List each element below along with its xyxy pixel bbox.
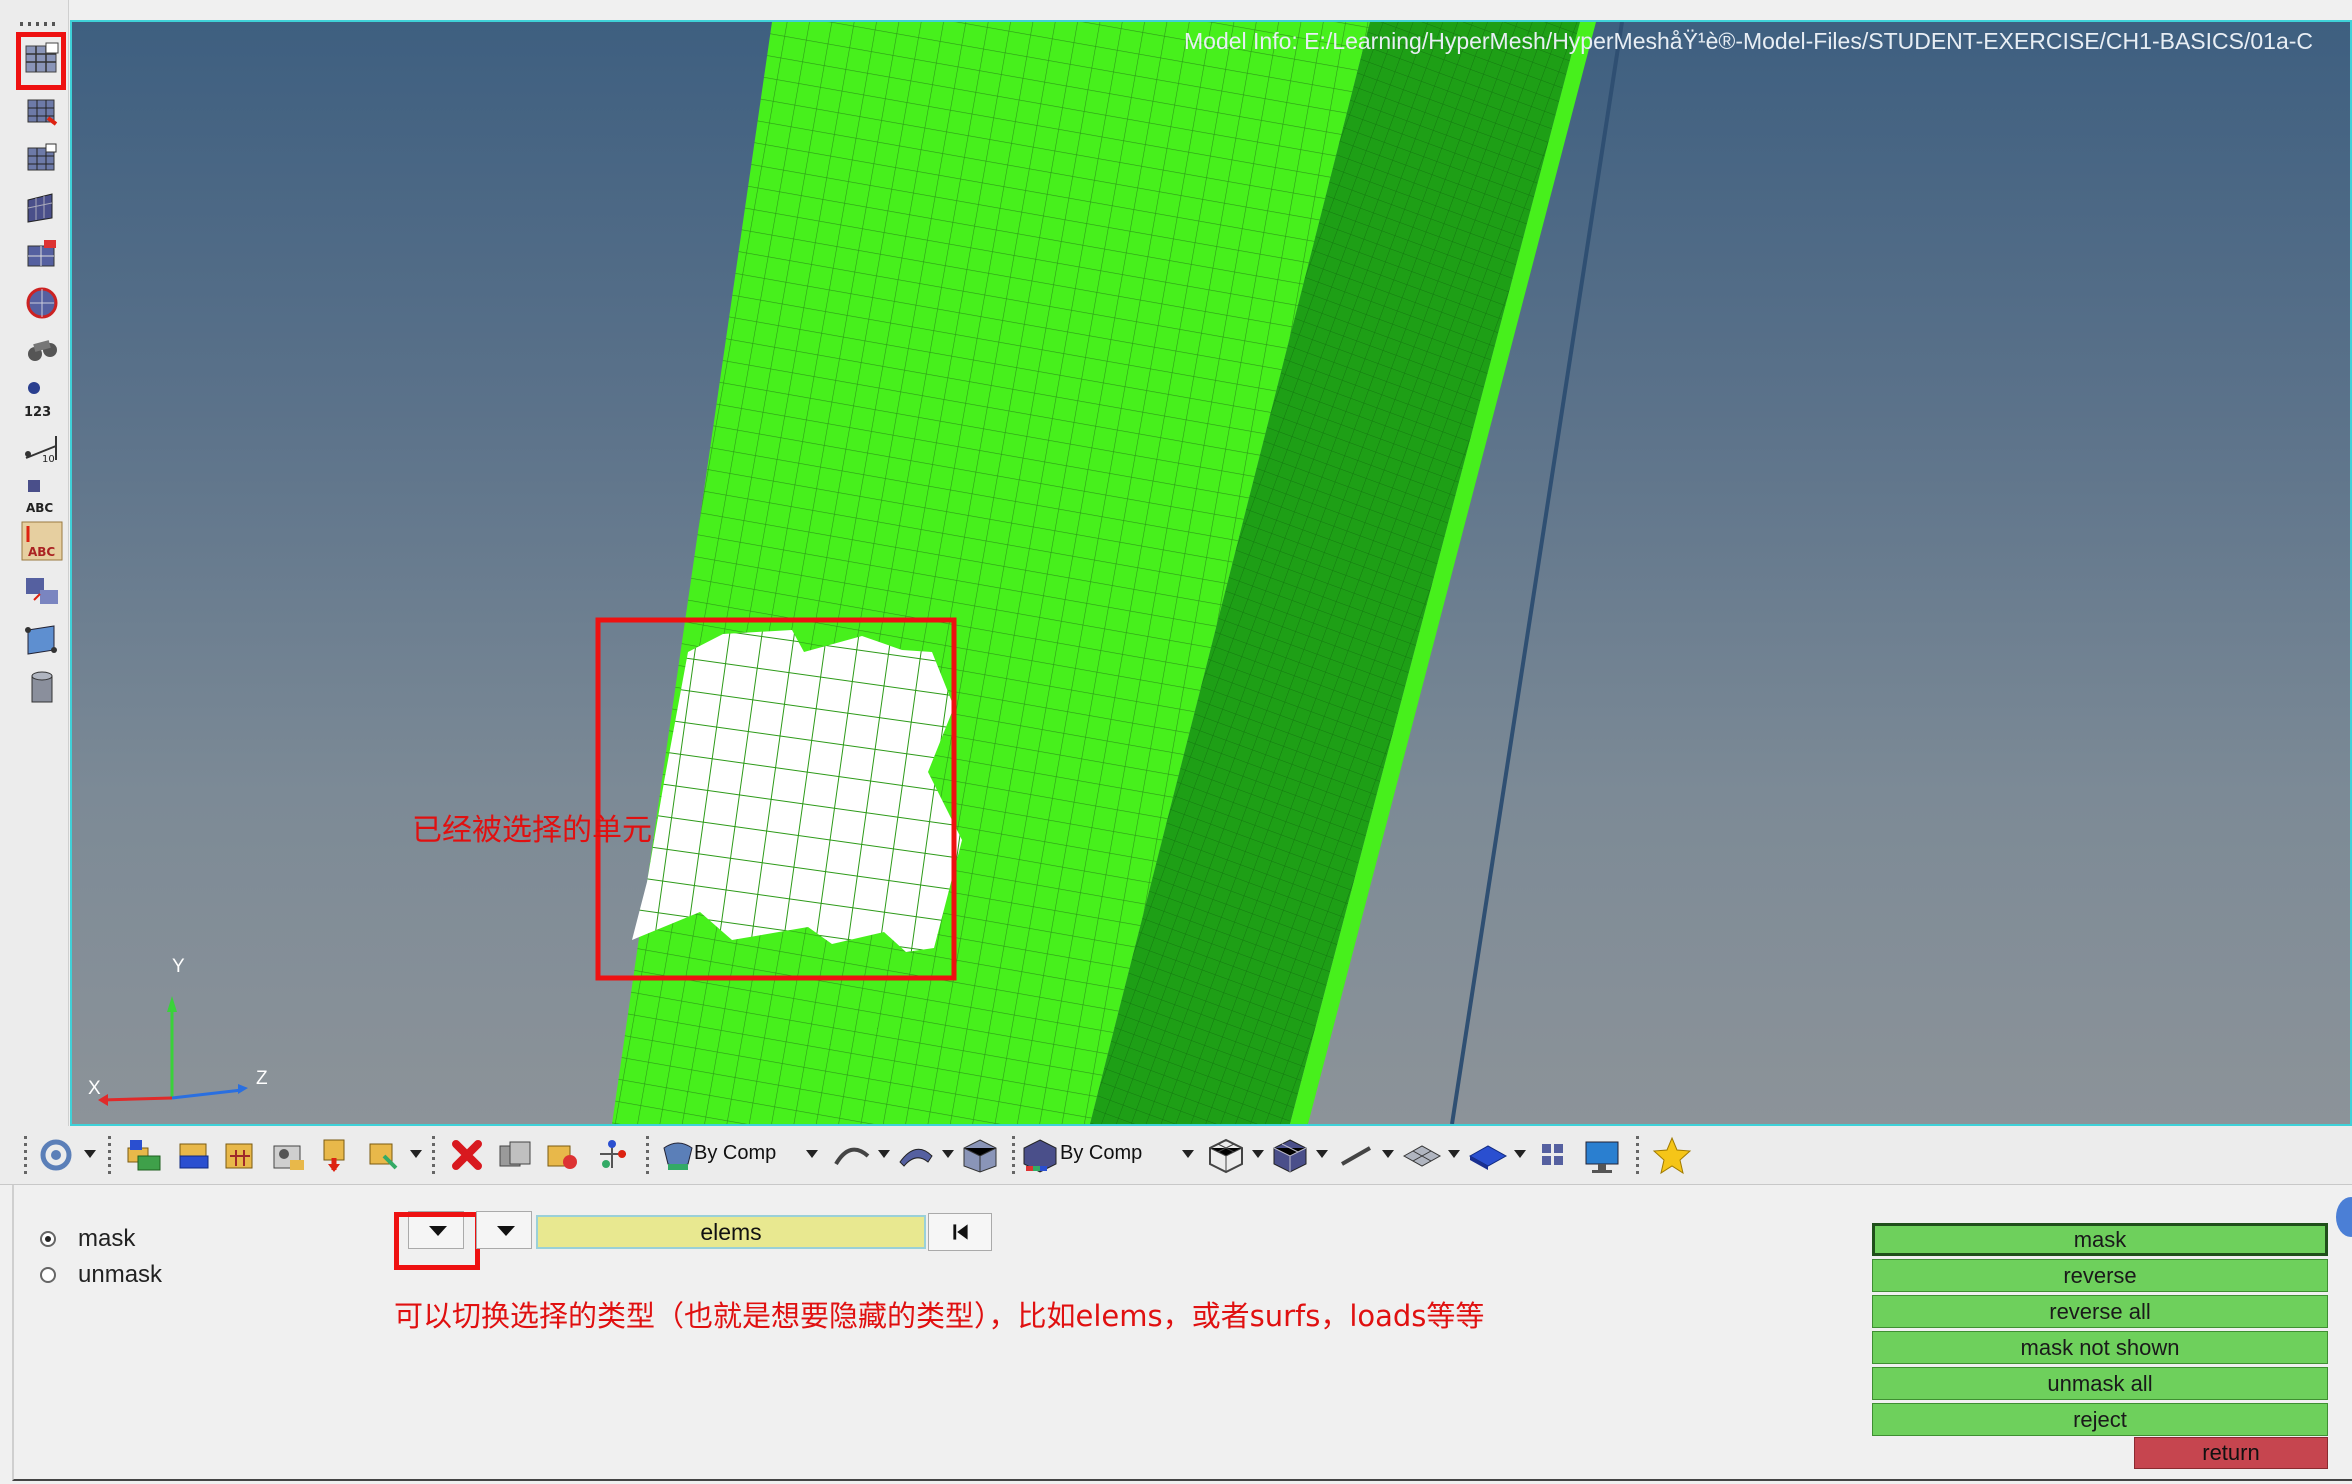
grid-layout-icon[interactable] xyxy=(1532,1134,1576,1176)
distance-icon[interactable]: 10 xyxy=(20,426,64,468)
axis-y-label: Y xyxy=(172,956,185,977)
3d-style-dropdown[interactable] xyxy=(1514,1150,1526,1158)
unmask-all-button[interactable]: unmask all xyxy=(1872,1367,2328,1400)
wireframe-icon[interactable] xyxy=(1204,1134,1248,1176)
delete-icon[interactable] xyxy=(446,1134,490,1176)
plane-icon[interactable] xyxy=(20,618,64,660)
solid-style-icon[interactable] xyxy=(958,1134,1002,1176)
find-icon[interactable] xyxy=(20,90,64,132)
radio-mask-label: mask xyxy=(78,1225,136,1252)
abc-label-2-icon[interactable]: ABC xyxy=(20,520,64,562)
model-info-text: Model Info: E:/Learning/HyperMesh/HyperM… xyxy=(1184,28,2313,54)
color-mode-1-dropdown[interactable] xyxy=(806,1150,818,1158)
2d-style-icon[interactable] xyxy=(1400,1134,1444,1176)
1d-style-icon[interactable] xyxy=(1334,1134,1378,1176)
radio-mask[interactable] xyxy=(40,1231,56,1247)
svg-text:10: 10 xyxy=(42,454,55,465)
curve-style-icon[interactable] xyxy=(830,1134,874,1176)
entity-state-icon[interactable] xyxy=(592,1134,636,1176)
show-icon[interactable] xyxy=(364,1134,408,1176)
rotate-view-dropdown[interactable] xyxy=(84,1150,96,1158)
mask-panel: mask unmask elems 可以切换选择的类型（也就是想要隐藏的类型），… xyxy=(0,1185,2352,1484)
mask-panel-icon[interactable] xyxy=(20,38,64,80)
show-dropdown[interactable] xyxy=(410,1150,422,1158)
entity-type-highlight-box xyxy=(394,1212,480,1270)
rotate-view-icon[interactable] xyxy=(36,1134,80,1176)
reverse-all-button[interactable]: reverse all xyxy=(1872,1295,2328,1328)
shaded-elements-icon[interactable] xyxy=(20,186,64,228)
graphics-viewport[interactable]: Model Info: E:/Learning/HyperMesh/HyperM… xyxy=(70,20,2352,1126)
2d-style-dropdown[interactable] xyxy=(1448,1150,1460,1158)
shaded-mesh-dropdown[interactable] xyxy=(1316,1150,1328,1158)
mesh-scene[interactable] xyxy=(72,22,2350,1124)
components-icon[interactable] xyxy=(122,1134,166,1176)
color-mode-2-label[interactable]: By Comp xyxy=(1060,1142,1142,1165)
selected-elements-annotation: 已经被选择的单元 xyxy=(412,813,652,848)
abc-label-icon[interactable]: ABC xyxy=(20,474,64,516)
color-mode-2-dropdown[interactable] xyxy=(1182,1150,1194,1158)
toolbar-grip[interactable] xyxy=(24,1136,27,1174)
axis-triad xyxy=(98,996,248,1106)
reverse-button[interactable]: reverse xyxy=(1872,1259,2328,1292)
separator xyxy=(108,1136,111,1174)
svg-text:ABC: ABC xyxy=(28,545,55,559)
reset-selection-button[interactable] xyxy=(928,1213,992,1251)
cylinder-icon[interactable] xyxy=(20,666,64,708)
radio-unmask-row[interactable]: unmask xyxy=(40,1261,162,1289)
radio-unmask[interactable] xyxy=(40,1267,56,1283)
separator xyxy=(432,1136,435,1174)
isolate-icon[interactable] xyxy=(316,1134,360,1176)
reject-button[interactable]: reject xyxy=(1872,1403,2328,1436)
separator xyxy=(646,1136,649,1174)
curve-style-dropdown[interactable] xyxy=(878,1150,890,1158)
element-color-icon[interactable] xyxy=(1018,1134,1062,1176)
entity-selector-field[interactable]: elems xyxy=(536,1215,926,1249)
toolbar-grip[interactable] xyxy=(20,22,60,26)
favorites-star-icon[interactable] xyxy=(1650,1134,1694,1176)
shaded-mesh-icon[interactable] xyxy=(1268,1134,1312,1176)
monitor-icon[interactable] xyxy=(1580,1134,1624,1176)
display-icon[interactable] xyxy=(268,1134,312,1176)
mask-button[interactable]: mask xyxy=(1872,1223,2328,1256)
surface-style-icon[interactable] xyxy=(894,1134,938,1176)
unmask-elements-icon[interactable] xyxy=(542,1134,586,1176)
reset-icon xyxy=(953,1224,968,1240)
radio-mask-row[interactable]: mask xyxy=(40,1225,135,1253)
view-icon[interactable] xyxy=(20,138,64,180)
return-button[interactable]: return xyxy=(2134,1437,2328,1469)
1d-style-dropdown[interactable] xyxy=(1382,1150,1394,1158)
transform-icon[interactable] xyxy=(20,570,64,612)
chevron-down-icon xyxy=(497,1226,515,1236)
mesh-display-icon[interactable] xyxy=(20,234,64,276)
3d-style-icon[interactable] xyxy=(1466,1134,1510,1176)
radio-unmask-label: unmask xyxy=(78,1261,163,1288)
visualization-toolbar: By Comp By Comp xyxy=(0,1126,2352,1185)
separator xyxy=(1636,1136,1639,1174)
globe-icon[interactable] xyxy=(20,282,64,324)
binoculars-icon[interactable] xyxy=(20,330,64,372)
separator xyxy=(1012,1136,1015,1174)
mask-elements-icon[interactable] xyxy=(494,1134,538,1176)
entity-type-annotation: 可以切换选择的类型（也就是想要隐藏的类型），比如elems，或者surfs，lo… xyxy=(394,1299,1485,1333)
surface-style-dropdown[interactable] xyxy=(942,1150,954,1158)
selection-method-dropdown[interactable] xyxy=(476,1211,532,1249)
axis-x-label: X xyxy=(88,1078,101,1099)
svg-text:123: 123 xyxy=(24,405,51,420)
left-toolbar: 123 10 ABC ABC xyxy=(0,0,69,1130)
color-mode-1-label[interactable]: By Comp xyxy=(694,1142,776,1165)
numbers-icon[interactable]: 123 xyxy=(20,378,64,420)
wireframe-dropdown[interactable] xyxy=(1252,1150,1264,1158)
svg-text:ABC: ABC xyxy=(26,501,53,515)
assemblies-icon[interactable] xyxy=(172,1134,216,1176)
folder-elements-icon[interactable] xyxy=(220,1134,264,1176)
mask-not-shown-button[interactable]: mask not shown xyxy=(1872,1331,2328,1364)
axis-z-label: Z xyxy=(256,1068,268,1089)
